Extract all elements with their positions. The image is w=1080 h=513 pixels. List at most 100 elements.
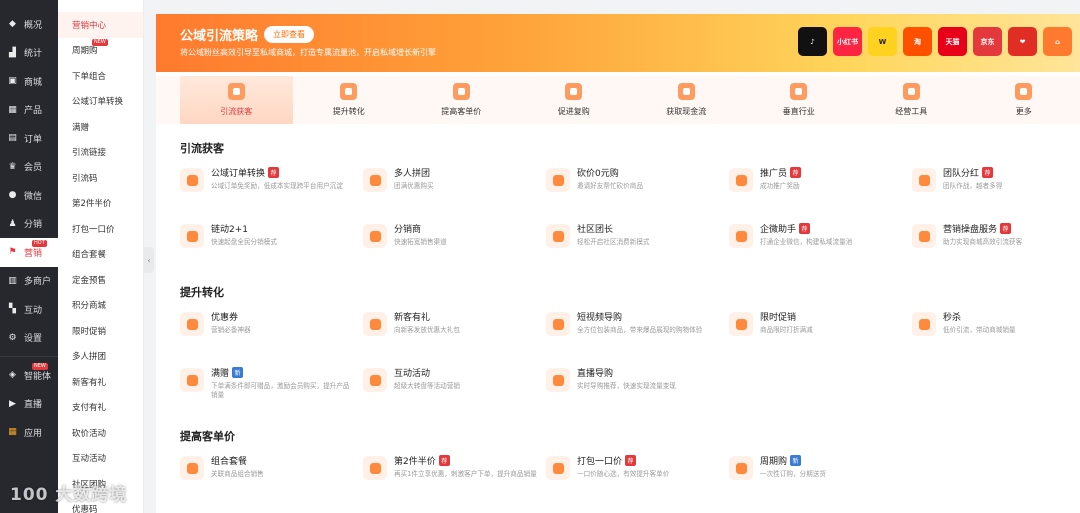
tool-title-text: 限时促销	[760, 313, 797, 323]
tool-card[interactable]: 分销商 快速拓宽销售渠道	[363, 222, 538, 262]
subnav-item[interactable]: 满赠	[58, 114, 143, 140]
watermark: 100 大数跨境	[10, 485, 128, 505]
nav-item[interactable]: ▦ 产品	[0, 96, 58, 125]
tool-title: 满赠新	[211, 366, 355, 379]
platform-logo[interactable]: ⌂	[1043, 27, 1072, 56]
tool-card-body: 组合套餐 关联商品组合销售	[211, 454, 355, 494]
subnav-item[interactable]: 多人拼团	[58, 344, 143, 370]
nav-item[interactable]: ▚ 互动	[0, 295, 58, 324]
nav-item[interactable]: ▥ 多商户	[0, 267, 58, 296]
subnav-item[interactable]: 互动活动	[58, 446, 143, 472]
platform-logo[interactable]: 京东	[973, 27, 1002, 56]
platform-logo[interactable]: 天猫	[938, 27, 967, 56]
platform-logo[interactable]: ❤	[1008, 27, 1037, 56]
subnav-item[interactable]: 第2件半价	[58, 191, 143, 217]
tool-icon	[180, 168, 204, 192]
nav-item[interactable]: ♟ 分销	[0, 210, 58, 239]
tool-card[interactable]: 链动2+1 快速起盘全民分销模式	[180, 222, 355, 262]
tool-card[interactable]: 推广员荐成功推广奖励	[729, 166, 904, 206]
tool-card[interactable]: 限时促销 商品限时打折满减	[729, 310, 904, 350]
tool-card[interactable]: 互动活动 超级大转盘等活动营销	[363, 366, 538, 406]
view-now-button[interactable]: 立即查看	[264, 26, 314, 43]
subnav-item[interactable]: 砍价活动	[58, 420, 143, 446]
tool-card[interactable]: 社区团长 轻松开启社区消费新模式	[546, 222, 721, 262]
subnav-item[interactable]: 积分商城	[58, 293, 143, 319]
nav-item[interactable]: ▦ 应用	[0, 418, 58, 447]
nav-item[interactable]: ▣ 商城	[0, 67, 58, 96]
nav-item-label: 智能体	[24, 371, 52, 382]
subnav-item[interactable]: 引流码	[58, 165, 143, 191]
tool-card-body: 公域订单转换荐公域订单免奖励，低成本实现跨平台用户沉淀	[211, 166, 355, 206]
strategy-tab[interactable]: 促进复购	[518, 76, 631, 124]
tool-card[interactable]: 组合套餐 关联商品组合销售	[180, 454, 355, 494]
nav-item[interactable]: ● 微信	[0, 181, 58, 210]
tool-card[interactable]: 第2件半价荐再买1件立享优惠，刺激客户下单，提升商品销量	[363, 454, 538, 494]
tool-card[interactable]: 团队分红荐团队作战，越者多得	[912, 166, 1080, 206]
nav-item[interactable]: ▶ 直播	[0, 390, 58, 419]
subnav-item-label: 砍价活动	[72, 428, 107, 439]
subnav-item[interactable]: 限时促销	[58, 318, 143, 344]
nav-item[interactable]: ◆ 概况	[0, 10, 58, 39]
nav-item-label: 订单	[24, 134, 43, 145]
strategy-tab[interactable]: 垂直行业	[743, 76, 856, 124]
nav-item[interactable]: ♛ 会员	[0, 153, 58, 182]
subnav-item[interactable]: 引流链接	[58, 140, 143, 166]
subnav-item[interactable]: 支付有礼	[58, 395, 143, 421]
nav-item[interactable]: ⚙ 设置	[0, 324, 58, 353]
promo-banner: 公域引流策略 立即查看 将公域粉丝高效引导至私域商城，打造专属流量池，开启私域增…	[156, 14, 1080, 72]
tool-card[interactable]: 秒杀 低价引流，带动商城销量	[912, 310, 1080, 350]
tool-card-body: 短视频导购 全方位包装商品，带来爆品展现的购物体验	[577, 310, 721, 350]
strategy-tab[interactable]: 经营工具	[855, 76, 968, 124]
tool-card[interactable]: 满赠新下单满条件即可赠品，激励会员购买，提升产品销量	[180, 366, 355, 406]
subnav-item[interactable]: 营销中心	[58, 12, 143, 38]
strategy-tab[interactable]: 提高客单价	[405, 76, 518, 124]
tool-title-text: 团队分红	[943, 169, 980, 179]
tab-icon	[1015, 83, 1033, 100]
nav-item[interactable]: ▟ 统计	[0, 39, 58, 68]
tool-card[interactable]: 周期购新一次性订购，分期送货	[729, 454, 904, 494]
bot-icon: ◈	[9, 370, 16, 381]
nav-item[interactable]: ▤ 订单	[0, 124, 58, 153]
nav-item[interactable]: ⚑ 营销 HOT	[0, 238, 58, 267]
nav-item-label: 概况	[24, 20, 43, 31]
tab-label: 获取现金流	[666, 107, 707, 116]
tool-card-body: 秒杀 低价引流，带动商城销量	[943, 310, 1080, 350]
tool-card[interactable]: 多人拼团 团满优惠购买	[363, 166, 538, 206]
tool-title: 多人拼团	[394, 166, 538, 179]
nav-item-label: 互动	[24, 305, 43, 316]
tool-card[interactable]: 公域订单转换荐公域订单免奖励，低成本实现跨平台用户沉淀	[180, 166, 355, 206]
subnav-item[interactable]: 定金预售	[58, 267, 143, 293]
tool-card[interactable]: 直播导购 实时导购推荐，快速实现流量变现	[546, 366, 721, 406]
tool-card[interactable]: 企微助手荐打通企业微信，构建私域流量池	[729, 222, 904, 262]
subnav-item[interactable]: 打包一口价	[58, 216, 143, 242]
strategy-tab[interactable]: 更多	[968, 76, 1080, 124]
strategy-tab[interactable]: 提升转化	[293, 76, 406, 124]
tool-tag: 荐	[982, 167, 994, 178]
tab-icon	[902, 83, 920, 100]
platform-logo[interactable]: 小红书	[833, 27, 862, 56]
subnav-item[interactable]: 新客有礼	[58, 369, 143, 395]
tool-card[interactable]: 新客有礼 向新客发放优惠大礼包	[363, 310, 538, 350]
tool-icon	[363, 456, 387, 480]
tool-card[interactable]: 短视频导购 全方位包装商品，带来爆品展现的购物体验	[546, 310, 721, 350]
subnav-item-label: 第2件半价	[72, 199, 112, 210]
strategy-tab[interactable]: 引流获客	[180, 76, 293, 124]
subnav-item[interactable]: 周期购 NEW	[58, 38, 143, 64]
tool-card-body: 多人拼团 团满优惠购买	[394, 166, 538, 206]
tool-card[interactable]: 营销操盘服务荐助力实现商城高效引流获客	[912, 222, 1080, 262]
subnav-item[interactable]: 下单组合	[58, 63, 143, 89]
platform-logo[interactable]: W	[868, 27, 897, 56]
nav-item[interactable]: ◈ 智能体 NEW	[0, 361, 58, 390]
strategy-tab[interactable]: 获取现金流	[630, 76, 743, 124]
subnav-item-label: 互动活动	[72, 454, 107, 465]
tool-desc: 超级大转盘等活动营销	[394, 382, 460, 390]
tool-card[interactable]: 优惠券 营销必备神器	[180, 310, 355, 350]
tool-card[interactable]: 打包一口价荐一口价随心选，有效提升客单价	[546, 454, 721, 494]
subnav-item[interactable]: 公域订单转换	[58, 89, 143, 115]
tool-card[interactable]: 砍价0元购 邀请好友帮忙砍价商品	[546, 166, 721, 206]
tool-title-text: 分销商	[394, 225, 422, 235]
collapse-sidebar-button[interactable]: ‹	[144, 247, 154, 273]
platform-logo[interactable]: 淘	[903, 27, 932, 56]
subnav-item[interactable]: 组合套餐	[58, 242, 143, 268]
platform-logo[interactable]: ♪	[798, 27, 827, 56]
